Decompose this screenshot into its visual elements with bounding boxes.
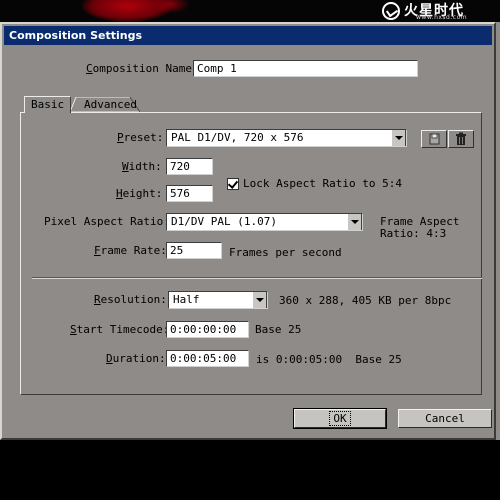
preset-label: Preset: — [117, 131, 164, 144]
watermark-logo: 火星时代 www.hxsd.com — [382, 1, 494, 21]
save-preset-button[interactable] — [421, 130, 447, 148]
frame-rate-label: Frame Rate: — [94, 244, 167, 257]
resolution-label: Resolution: — [94, 293, 167, 306]
dialog-title: Composition Settings — [4, 26, 492, 45]
composition-name-input[interactable]: Comp 1 — [193, 60, 418, 77]
chevron-down-icon — [391, 130, 406, 146]
watermark-url: www.hxsd.com — [416, 14, 468, 21]
background-bottom — [0, 440, 500, 500]
pixel-aspect-label: Pixel Aspect Ratio: — [44, 215, 170, 228]
ok-button[interactable]: OK — [293, 408, 387, 429]
tab-advanced-label: Advanced — [84, 98, 137, 111]
duration-label: Duration: — [106, 352, 166, 365]
composition-name-label: Composition Name: — [86, 62, 199, 75]
preset-select[interactable]: PAL D1/DV, 720 x 576 — [166, 129, 407, 147]
lock-aspect-label: Lock Aspect Ratio to 5:4 — [243, 177, 402, 190]
chevron-down-icon — [347, 214, 362, 230]
tab-basic[interactable]: Basic — [24, 96, 72, 113]
ok-button-label: OK — [329, 411, 351, 426]
frame-rate-unit: Frames per second — [229, 246, 342, 259]
tab-advanced[interactable]: Advanced — [70, 97, 141, 113]
preset-value: PAL D1/DV, 720 x 576 — [171, 131, 304, 144]
resolution-select[interactable]: Half — [168, 291, 268, 309]
resolution-info: 360 x 288, 405 KB per 8bpc — [279, 294, 452, 307]
width-input[interactable]: 720 — [166, 158, 213, 175]
hxsd-logo-icon — [382, 2, 400, 20]
chevron-down-icon — [252, 292, 267, 308]
start-timecode-label: Start Timecode: — [70, 323, 170, 336]
duration-input[interactable]: 0:00:05:00 — [166, 350, 249, 367]
resolution-value: Half — [173, 293, 200, 306]
tab-basic-label: Basic — [31, 98, 65, 111]
delete-preset-button[interactable] — [448, 130, 474, 148]
duration-info: is 0:00:05:00 Base 25 — [256, 353, 402, 366]
width-label: Width: — [122, 160, 162, 173]
trash-icon — [456, 132, 466, 145]
frame-aspect-value: Ratio: 4:3 — [380, 227, 447, 240]
pixel-aspect-select[interactable]: D1/DV PAL (1.07) — [166, 213, 363, 231]
frame-rate-input[interactable]: 25 — [166, 242, 222, 259]
height-input[interactable]: 576 — [166, 185, 213, 202]
save-preset-icon — [429, 133, 440, 145]
start-timecode-input[interactable]: 0:00:00:00 — [166, 321, 249, 338]
start-timecode-base: Base 25 — [255, 323, 302, 336]
cancel-button[interactable]: Cancel — [398, 409, 492, 428]
height-label: Height: — [116, 187, 163, 200]
lock-aspect-checkbox[interactable] — [227, 178, 239, 190]
pixel-aspect-value: D1/DV PAL (1.07) — [171, 215, 277, 228]
section-divider — [32, 277, 482, 279]
window-edge — [496, 22, 500, 440]
